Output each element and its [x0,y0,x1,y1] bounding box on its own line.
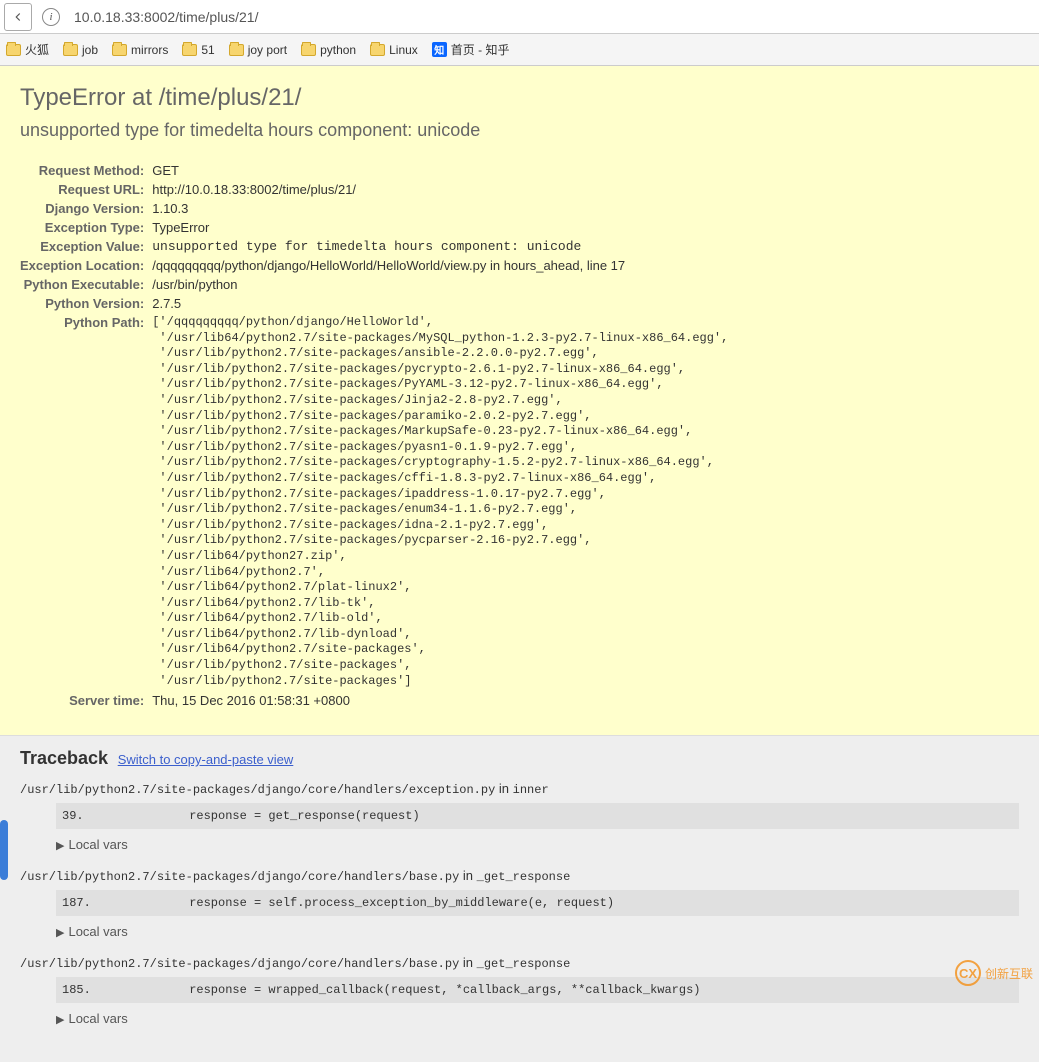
summary-label: Python Executable: [20,275,152,294]
summary-label: Server time: [20,691,152,710]
summary-value: unsupported type for timedelta hours com… [152,237,728,256]
error-subtitle: unsupported type for timedelta hours com… [20,120,1019,141]
folder-icon [6,44,21,56]
info-icon[interactable]: i [42,8,60,26]
local-vars-label: Local vars [68,924,127,939]
bookmark-label: 火狐 [25,41,49,58]
local-vars-toggle[interactable]: ▶ Local vars [56,924,1019,939]
bookmarks-toolbar: 火狐 job mirrors 51 joy port python Linux … [0,34,1039,66]
summary-label: Exception Type: [20,218,152,237]
local-vars-label: Local vars [68,837,127,852]
traceback-heading: Traceback [20,748,108,768]
triangle-right-icon: ▶ [56,839,64,852]
frame-func: inner [513,783,549,797]
folder-icon [301,44,316,56]
summary-value: Thu, 15 Dec 2016 01:58:31 +0800 [152,691,728,710]
frame-in: in [499,781,509,796]
frame-file: /usr/lib/python2.7/site-packages/django/… [20,957,459,971]
url-input[interactable] [70,4,1035,30]
frame-in: in [463,955,473,970]
bookmark-item[interactable]: mirrors [112,43,168,57]
folder-icon [229,44,244,56]
bookmark-label: 51 [201,43,214,57]
code-context[interactable]: 187. response = self.process_exception_b… [56,890,1019,916]
folder-icon [63,44,78,56]
local-vars-label: Local vars [68,1011,127,1026]
traceback-frame: /usr/lib/python2.7/site-packages/django/… [20,955,1019,1026]
summary-label: Python Path: [20,313,152,691]
python-path-pre: ['/qqqqqqqqq/python/django/HelloWorld', … [152,315,728,689]
summary-value: GET [152,161,728,180]
frame-file: /usr/lib/python2.7/site-packages/django/… [20,783,495,797]
traceback-section: Traceback Switch to copy-and-paste view … [0,736,1039,1062]
bookmark-label: python [320,43,356,57]
line-number: 185. [62,983,182,997]
frame-func: _get_response [477,870,571,884]
frame-func: _get_response [477,957,571,971]
summary-value: /qqqqqqqqq/python/django/HelloWorld/Hell… [152,256,728,275]
local-vars-toggle[interactable]: ▶ Local vars [56,837,1019,852]
bookmark-item[interactable]: joy port [229,43,287,57]
summary-label: Request Method: [20,161,152,180]
summary-label: Exception Value: [20,237,152,256]
error-summary: TypeError at /time/plus/21/ unsupported … [0,66,1039,736]
watermark: CX 创新互联 [955,960,1033,986]
code-context[interactable]: 39. response = get_response(request) [56,803,1019,829]
triangle-right-icon: ▶ [56,926,64,939]
summary-value: 1.10.3 [152,199,728,218]
switch-view-link[interactable]: Switch to copy-and-paste view [118,752,294,767]
code-line: response = wrapped_callback(request, *ca… [182,983,700,997]
bookmark-item[interactable]: job [63,43,98,57]
zhihu-icon: 知 [432,42,447,57]
summary-value: http://10.0.18.33:8002/time/plus/21/ [152,180,728,199]
error-title: TypeError at /time/plus/21/ [20,84,1019,112]
code-context[interactable]: 185. response = wrapped_callback(request… [56,977,1019,1003]
summary-label: Request URL: [20,180,152,199]
traceback-frame: /usr/lib/python2.7/site-packages/django/… [20,781,1019,852]
summary-value: TypeError [152,218,728,237]
triangle-right-icon: ▶ [56,1013,64,1026]
bookmark-item-zhihu[interactable]: 知首页 - 知乎 [432,41,510,58]
bookmark-label: mirrors [131,43,168,57]
back-button[interactable] [4,3,32,31]
frame-file: /usr/lib/python2.7/site-packages/django/… [20,870,459,884]
bookmark-label: 首页 - 知乎 [451,41,510,58]
arrow-left-icon [11,10,25,24]
folder-icon [112,44,127,56]
watermark-text: 创新互联 [985,965,1033,982]
summary-value: ['/qqqqqqqqq/python/django/HelloWorld', … [152,313,728,691]
summary-value: /usr/bin/python [152,275,728,294]
summary-label: Django Version: [20,199,152,218]
bookmark-item[interactable]: 火狐 [6,41,49,58]
line-number: 39. [62,809,182,823]
bookmark-item[interactable]: python [301,43,356,57]
frame-in: in [463,868,473,883]
bookmark-item[interactable]: 51 [182,43,214,57]
local-vars-toggle[interactable]: ▶ Local vars [56,1011,1019,1026]
code-line: response = get_response(request) [182,809,420,823]
watermark-logo-icon: CX [955,960,981,986]
scrollbar-thumb[interactable] [0,820,8,880]
summary-value: 2.7.5 [152,294,728,313]
line-number: 187. [62,896,182,910]
bookmark-label: Linux [389,43,418,57]
code-line: response = self.process_exception_by_mid… [182,896,614,910]
summary-table: Request Method:GET Request URL:http://10… [20,161,728,710]
summary-label: Exception Location: [20,256,152,275]
browser-address-bar: i [0,0,1039,34]
folder-icon [182,44,197,56]
bookmark-item[interactable]: Linux [370,43,418,57]
traceback-frame: /usr/lib/python2.7/site-packages/django/… [20,868,1019,939]
bookmark-label: joy port [248,43,287,57]
bookmark-label: job [82,43,98,57]
folder-icon [370,44,385,56]
summary-label: Python Version: [20,294,152,313]
